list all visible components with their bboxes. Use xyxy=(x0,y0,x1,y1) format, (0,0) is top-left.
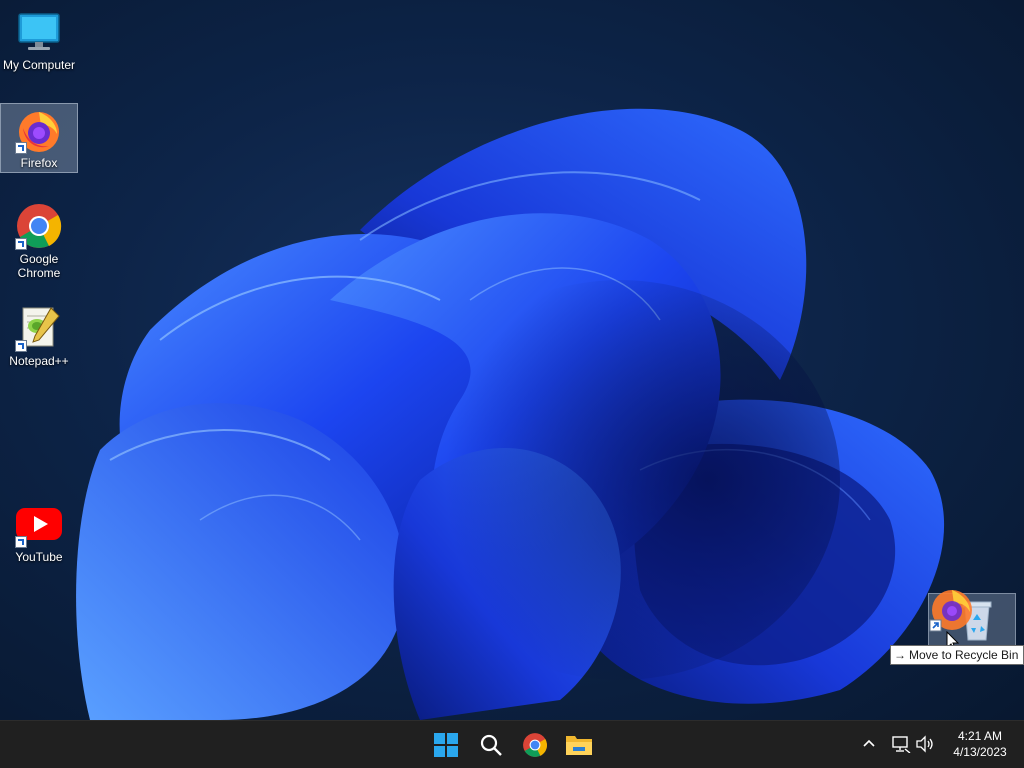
desktop-icon-label: My Computer xyxy=(2,58,76,72)
network-icon[interactable] xyxy=(891,735,911,753)
file-explorer-button[interactable] xyxy=(565,731,593,759)
shortcut-arrow-icon xyxy=(15,238,27,250)
dragged-firefox-icon xyxy=(920,588,1016,646)
desktop-icon-notepad-plus-plus[interactable]: Notepad++ xyxy=(0,302,78,368)
drag-tooltip: → Move to Recycle Bin xyxy=(890,645,1024,665)
clock-date: 4/13/2023 xyxy=(953,745,1007,759)
desktop-icon-my-computer[interactable]: My Computer xyxy=(0,6,78,72)
taskbar-clock[interactable]: 4:21 AM 4/13/2023 xyxy=(944,728,1016,760)
tooltip-text: Move to Recycle Bin xyxy=(909,648,1019,662)
notepadpp-icon xyxy=(15,304,63,352)
search-button[interactable] xyxy=(477,731,505,759)
tooltip-arrow-icon: → xyxy=(894,648,906,662)
windows-logo-icon xyxy=(434,733,458,757)
desktop[interactable]: My Computer Firefox Google Chrome Notepa… xyxy=(0,0,1024,720)
chrome-icon xyxy=(15,202,63,250)
desktop-icon-google-chrome[interactable]: Google Chrome xyxy=(0,200,78,280)
shortcut-arrow-icon xyxy=(15,142,27,154)
desktop-icon-label: Firefox xyxy=(20,156,58,170)
desktop-icon-youtube[interactable]: YouTube xyxy=(0,498,78,564)
clock-time: 4:21 AM xyxy=(957,729,1003,743)
monitor-icon xyxy=(15,8,63,56)
desktop-icon-label: Google Chrome xyxy=(17,252,61,280)
firefox-icon xyxy=(15,106,63,154)
wallpaper-bloom xyxy=(76,108,945,720)
taskbar-chrome-button[interactable] xyxy=(521,731,549,759)
start-button[interactable] xyxy=(432,731,460,759)
youtube-icon xyxy=(15,500,63,548)
desktop-icon-label: Notepad++ xyxy=(9,354,69,368)
folder-icon xyxy=(566,736,592,755)
shortcut-arrow-icon xyxy=(15,340,27,352)
volume-icon[interactable] xyxy=(915,735,935,753)
shortcut-arrow-icon xyxy=(15,536,27,548)
desktop-icon-firefox[interactable]: Firefox xyxy=(0,103,78,173)
desktop-icon-label: YouTube xyxy=(15,550,63,564)
chrome-icon xyxy=(523,733,547,757)
taskbar: 4:21 AM 4/13/2023 xyxy=(0,720,1024,768)
search-icon xyxy=(480,734,502,756)
chevron-up-icon[interactable] xyxy=(860,735,878,753)
